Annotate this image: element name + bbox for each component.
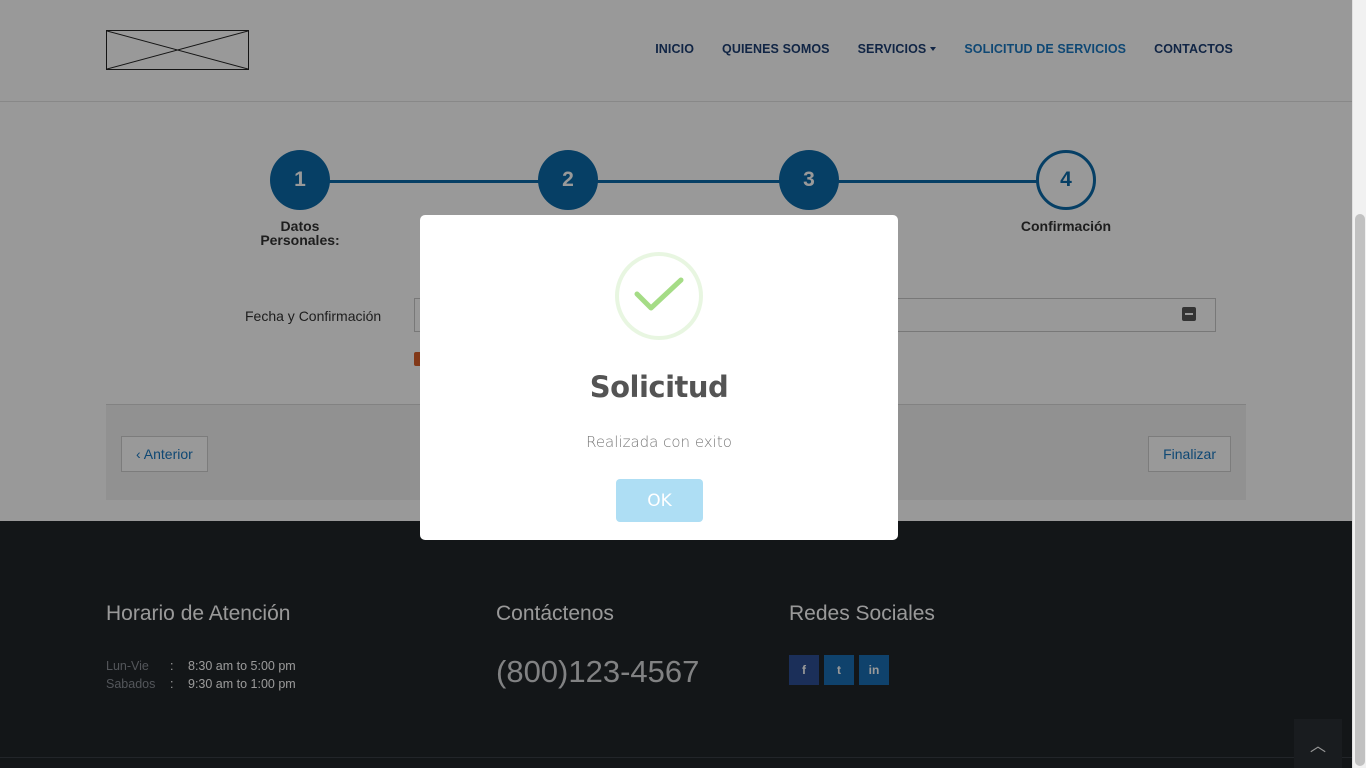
success-dialog: Solicitud Realizada con exito OK xyxy=(420,215,898,540)
ok-button[interactable]: OK xyxy=(616,479,703,522)
dialog-title: Solicitud xyxy=(589,370,729,404)
dialog-message: Realizada con exito xyxy=(586,433,732,451)
page-scrollbar[interactable] xyxy=(1352,0,1366,768)
success-check-icon xyxy=(615,252,703,340)
scrollbar-thumb[interactable] xyxy=(1355,214,1365,766)
